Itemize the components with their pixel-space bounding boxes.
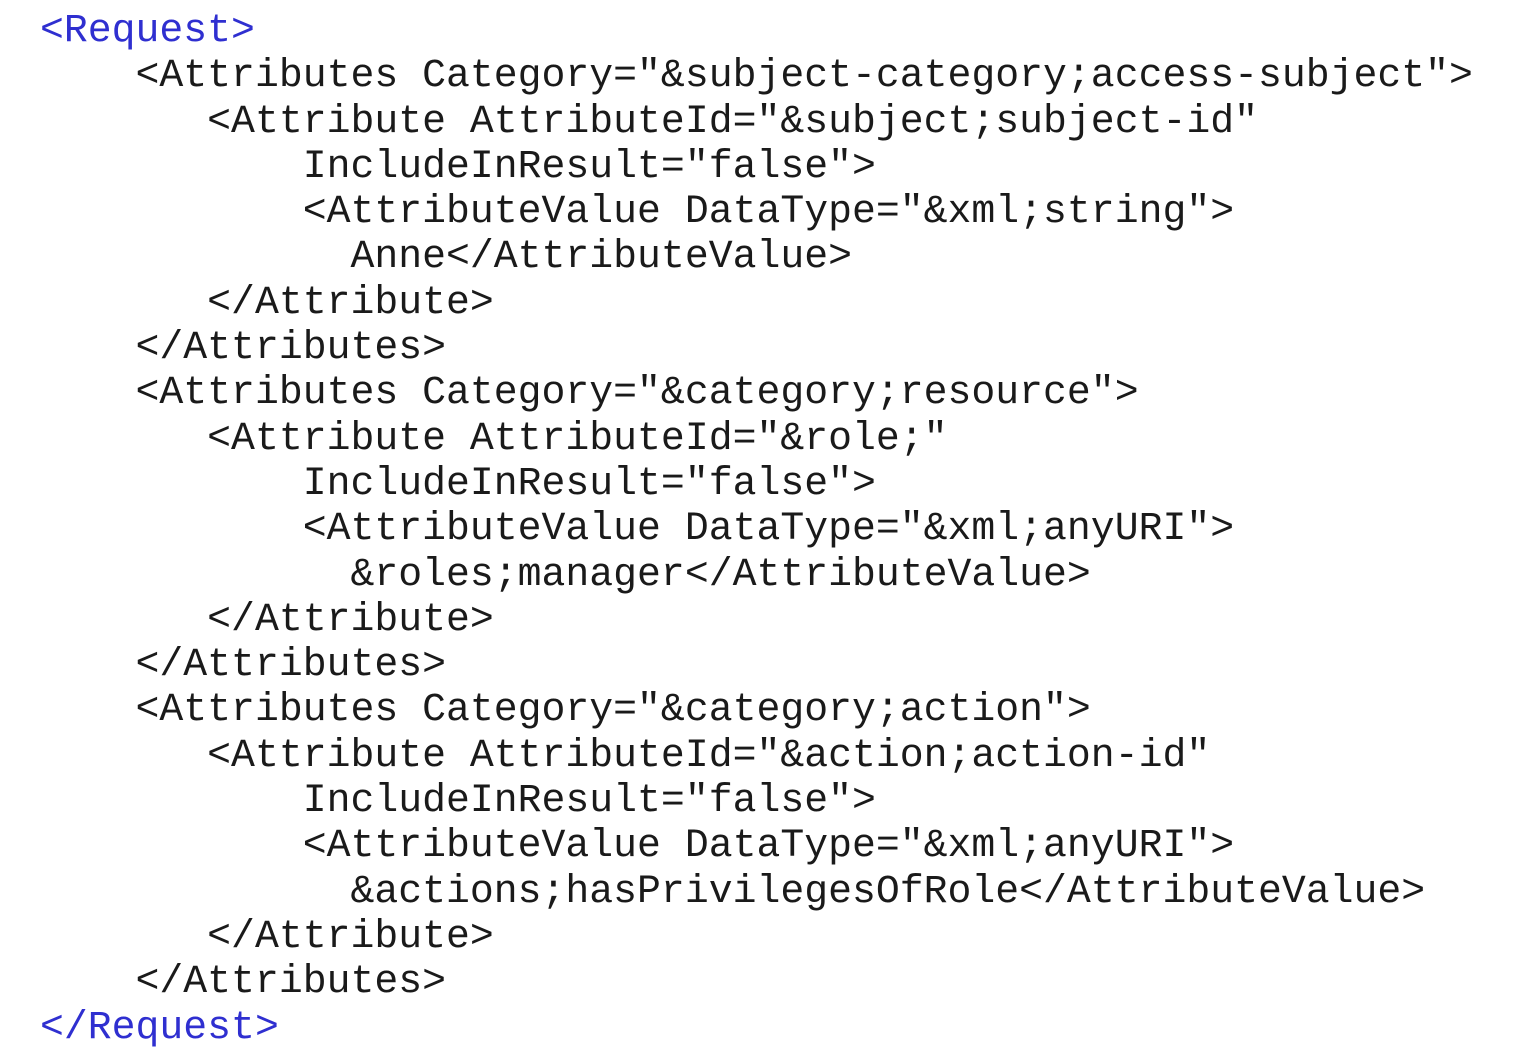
code-line-attributes-close: </Attributes> [40,642,446,688]
code-line-value-has-privileges-of-role: &actions;hasPrivilegesOfRole</AttributeV… [40,868,1426,914]
code-line-request-open: <Request> [40,8,255,53]
code-line-attributes-resource-open: <Attributes Category="&category;resource… [40,370,1139,416]
code-line-include-in-result: IncludeInResult="false"> [40,143,876,189]
code-line-attribute-subject-id: <Attribute AttributeId="&subject;subject… [40,98,1258,144]
code-line-attribute-role: <Attribute AttributeId="&role;" [40,415,948,461]
code-line-attribute-close: </Attribute> [40,596,494,642]
code-line-attributes-subject-open: <Attributes Category="&subject-category;… [40,53,1473,99]
code-line-attribute-close: </Attribute> [40,279,494,325]
code-line-attribute-value-string: <AttributeValue DataType="&xml;string"> [40,189,1235,235]
code-line-attribute-close: </Attribute> [40,913,494,959]
code-line-value-manager: &roles;manager</AttributeValue> [40,551,1091,597]
code-line-include-in-result: IncludeInResult="false"> [40,778,876,824]
code-line-attribute-action-id: <Attribute AttributeId="&action;action-i… [40,732,1211,778]
xml-code-block: <Request> <Attributes Category="&subject… [40,8,1473,1050]
code-line-attribute-value-anyuri: <AttributeValue DataType="&xml;anyURI"> [40,823,1235,869]
code-line-attributes-action-open: <Attributes Category="&category;action"> [40,687,1091,733]
code-line-attributes-close: </Attributes> [40,959,446,1005]
code-line-attribute-value-anyuri: <AttributeValue DataType="&xml;anyURI"> [40,506,1235,552]
code-line-attributes-close: </Attributes> [40,325,446,371]
code-line-value-anne: Anne</AttributeValue> [40,234,852,280]
code-line-include-in-result: IncludeInResult="false"> [40,460,876,506]
code-line-request-close: </Request> [40,1004,279,1050]
